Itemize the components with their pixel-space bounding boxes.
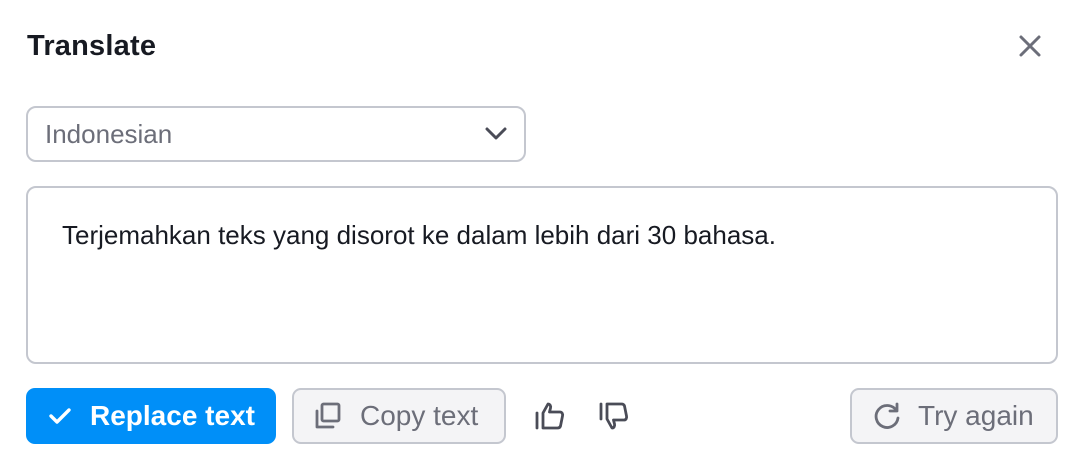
thumbs-up-icon [533,400,567,432]
thumbs-down-button[interactable] [594,396,634,436]
check-icon [48,406,72,426]
refresh-icon [872,401,902,431]
replace-text-button[interactable]: Replace text [26,388,276,444]
copy-text-button[interactable]: Copy text [292,388,506,444]
translation-output: Terjemahkan teks yang disorot ke dalam l… [26,186,1058,364]
translation-text: Terjemahkan teks yang disorot ke dalam l… [62,220,776,250]
copy-text-label: Copy text [360,400,479,431]
try-again-label: Try again [918,400,1034,431]
translate-panel: Translate Indonesian Terjemahkan teks ya… [0,0,1088,468]
try-again-button[interactable]: Try again [850,388,1058,444]
thumbs-up-button[interactable] [530,396,570,436]
replace-text-label: Replace text [90,400,255,431]
panel-title: Translate [27,30,157,62]
close-icon [1018,34,1042,58]
language-select-value: Indonesian [45,119,173,149]
language-select[interactable]: Indonesian [26,106,526,162]
chevron-down-icon [484,122,508,146]
close-button[interactable] [1010,26,1050,66]
copy-icon [312,401,342,431]
thumbs-down-icon [597,400,631,432]
